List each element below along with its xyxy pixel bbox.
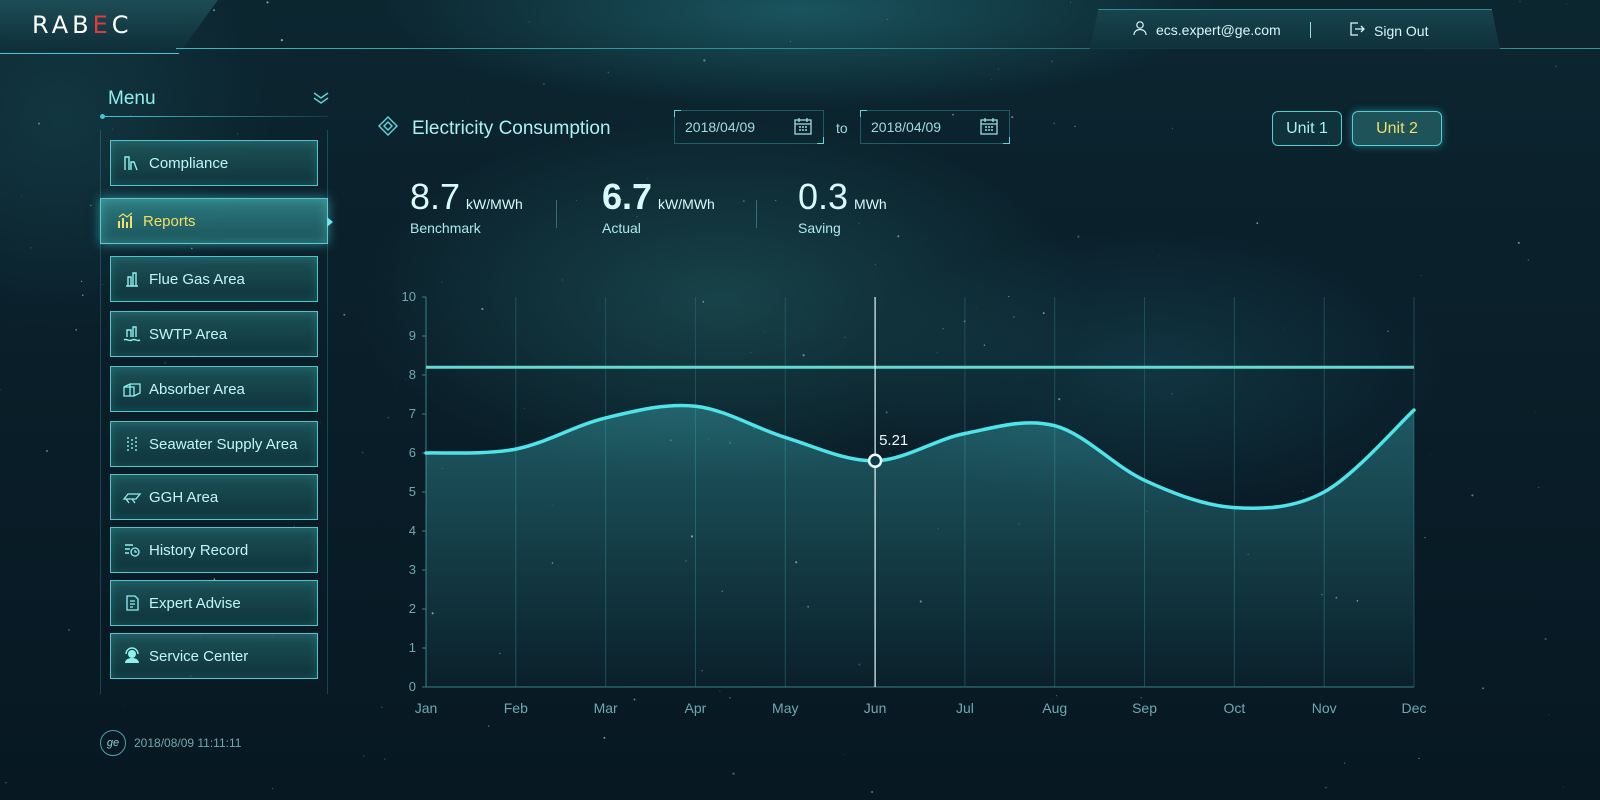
date-to-value: 2018/04/09	[871, 119, 942, 135]
menu-item-label: Expert Advise	[149, 594, 241, 612]
user-account[interactable]: ecs.expert@ge.com	[1132, 20, 1281, 39]
benchmark-value: 8.7	[410, 176, 461, 217]
menu-item-reports[interactable]: Reports	[100, 198, 333, 244]
highlight-point	[867, 453, 883, 469]
x-tick-label: Jul	[956, 700, 974, 716]
diamond-icon	[378, 116, 398, 141]
menu-item-absorber-area[interactable]: Absorber Area	[110, 366, 318, 412]
x-tick-label: Nov	[1312, 700, 1337, 716]
user-icon	[1132, 20, 1148, 39]
user-email: ecs.expert@ge.com	[1156, 21, 1281, 38]
ge-logo-icon: ge	[100, 730, 126, 756]
x-tick-label: Jan	[415, 700, 438, 716]
menu-item-flue-gas-area[interactable]: Flue Gas Area	[110, 256, 318, 302]
y-tick-label: 8	[409, 367, 416, 382]
ggh-icon	[121, 486, 143, 508]
x-tick-label: Apr	[685, 700, 707, 716]
calendar-icon[interactable]	[979, 116, 999, 139]
sign-out-button[interactable]: Sign Out	[1348, 20, 1428, 41]
menu-item-service-center[interactable]: Service Center	[110, 633, 318, 679]
user-bar: ecs.expert@ge.com Sign Out	[1090, 9, 1500, 49]
x-tick-label: Oct	[1223, 700, 1245, 716]
x-tick-label: Jun	[864, 700, 887, 716]
menu-item-ggh-area[interactable]: GGH Area	[110, 474, 318, 520]
sign-out-label: Sign Out	[1374, 22, 1429, 39]
benchmark-unit: kW/MWh	[466, 196, 523, 212]
unit-2-button[interactable]: Unit 2	[1352, 111, 1442, 146]
x-tick-label: Mar	[594, 700, 618, 716]
stat-divider	[756, 200, 757, 228]
x-tick-label: Sep	[1132, 700, 1157, 716]
menu-item-seawater-supply-area[interactable]: Seawater Supply Area	[110, 421, 318, 467]
date-from-field[interactable]: 2018/04/09	[674, 110, 824, 144]
seawater-icon	[121, 433, 143, 455]
date-range-to: to	[836, 120, 848, 136]
menu-item-label: Absorber Area	[149, 380, 245, 398]
benchmark-label: Benchmark	[410, 220, 481, 236]
y-tick-label: 9	[409, 328, 416, 343]
actual-label: Actual	[602, 220, 641, 236]
user-divider	[1310, 22, 1311, 38]
y-tick-label: 10	[402, 289, 416, 304]
x-tick-label: Aug	[1042, 700, 1067, 716]
menu-item-label: Compliance	[149, 154, 229, 172]
menu-item-label: SWTP Area	[149, 325, 228, 343]
x-tick-label: May	[772, 700, 798, 716]
chevron-down-icon[interactable]	[312, 90, 330, 111]
unit-1-button[interactable]: Unit 1	[1272, 111, 1342, 146]
menu-item-history-record[interactable]: History Record	[110, 527, 318, 573]
y-tick-label: 1	[409, 640, 416, 655]
actual-stat: 6.7 kW/MWh Actual	[602, 176, 715, 236]
date-from-value: 2018/04/09	[685, 119, 756, 135]
menu-item-label: Seawater Supply Area	[149, 435, 298, 453]
footer-timestamp: ge 2018/08/09 11:11:11	[100, 730, 241, 756]
actual-value: 6.7	[602, 176, 653, 217]
menu-item-label: Reports	[143, 212, 196, 230]
menu-underline	[100, 114, 328, 119]
calendar-icon[interactable]	[793, 116, 813, 139]
compliance-icon	[121, 152, 143, 174]
menu-item-label: Flue Gas Area	[149, 270, 245, 288]
expert-icon	[121, 592, 143, 614]
date-to-field[interactable]: 2018/04/09	[860, 110, 1010, 144]
saving-unit: MWh	[854, 196, 887, 212]
menu-item-label: Service Center	[149, 647, 249, 665]
menu-item-expert-advise[interactable]: Expert Advise	[110, 580, 318, 626]
timestamp-text: 2018/08/09 11:11:11	[134, 736, 242, 750]
menu-item-label: History Record	[149, 541, 249, 559]
section-header: Electricity Consumption	[378, 116, 611, 141]
swtp-icon	[121, 323, 143, 345]
x-tick-label: Dec	[1402, 700, 1427, 716]
saving-label: Saving	[798, 220, 841, 236]
y-tick-label: 7	[409, 406, 416, 421]
saving-value: 0.3	[798, 176, 849, 217]
highlight-label: 5.21	[879, 432, 908, 449]
menu-title: Menu	[108, 88, 156, 109]
logo-plate: RABEC	[0, 0, 218, 54]
benchmark-stat: 8.7 kW/MWh Benchmark	[410, 176, 523, 236]
reports-icon	[115, 210, 137, 232]
saving-stat: 0.3 MWh Saving	[798, 176, 887, 236]
sign-out-icon	[1348, 20, 1366, 41]
y-tick-label: 4	[409, 523, 416, 538]
x-tick-label: Feb	[504, 700, 528, 716]
history-icon	[121, 539, 143, 561]
menu-item-label: GGH Area	[149, 488, 219, 506]
menu-item-swtp-area[interactable]: SWTP Area	[110, 311, 318, 357]
menu-item-compliance[interactable]: Compliance	[110, 140, 318, 186]
page-title: Electricity Consumption	[412, 117, 611, 139]
stat-divider	[556, 200, 557, 228]
y-tick-label: 3	[409, 562, 416, 577]
flue-gas-icon	[121, 268, 143, 290]
actual-unit: kW/MWh	[658, 196, 715, 212]
consumption-chart: 0 1 2 3 4 5 6 7 8 9 10 Jan Feb Mar Apr May Jun Jul Aug Sep O…	[402, 289, 1427, 716]
app-logo: RABEC	[32, 11, 133, 39]
absorber-icon	[121, 378, 143, 400]
y-tick-label: 0	[409, 679, 416, 694]
service-icon	[121, 645, 143, 667]
y-tick-label: 5	[409, 484, 416, 499]
y-tick-label: 2	[409, 601, 416, 616]
y-tick-label: 6	[409, 445, 416, 460]
